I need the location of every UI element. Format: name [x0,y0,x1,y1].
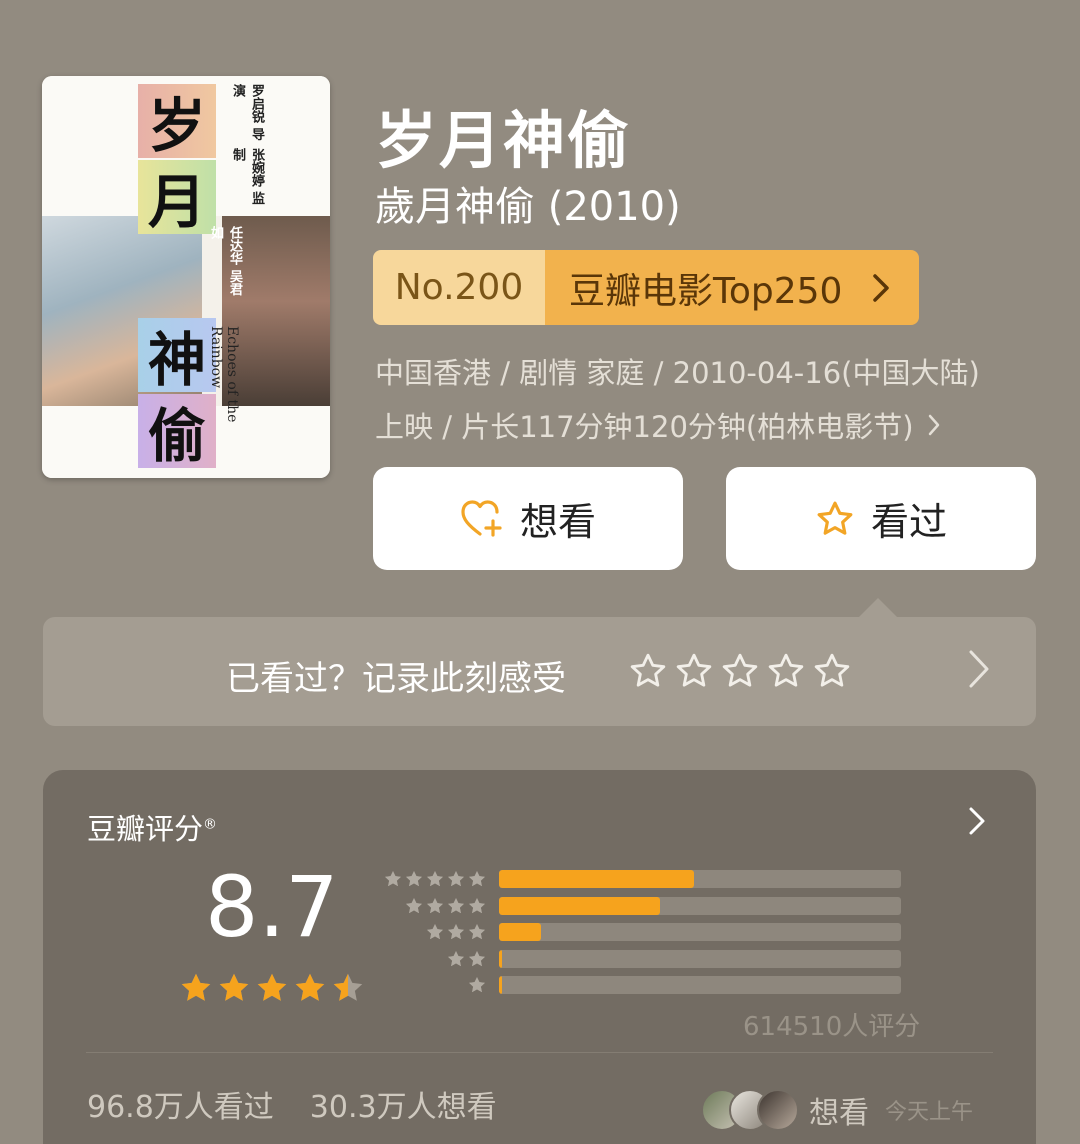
small-star-icon [469,871,485,887]
audience-stats: 96.8万人看过 30.3万人想看 [87,1082,497,1126]
poster-cast-credit: 任达华 吴君如 [208,226,242,296]
rank-number: No.200 [373,250,545,325]
movie-poster[interactable]: 岁 月 神 偷 罗启锐 导演 张婉婷 监制 任达华 吴君如 Echoes of … [42,76,330,478]
rating-bar-track [499,896,901,915]
rating-count: 614510人评分 [743,1012,921,1042]
score-label: 豆瓣评分® [87,806,217,848]
score-label-text: 豆瓣评分 [87,812,204,846]
rating-bar-track [499,923,901,941]
friends-action: 想看 [809,1096,869,1131]
rate-now-bar[interactable]: 已看过？记录此刻感受 [43,617,1036,726]
watched-button[interactable]: 看过 [726,467,1036,570]
poster-producer-credit: 张婉婷 监制 [230,148,264,205]
rating-bar-fill [499,976,502,994]
rating-row-stars [383,975,487,995]
rating-bar-fill [499,870,694,888]
rank-list-link: 豆瓣电影Top250 [545,250,919,325]
rate-bar-pointer [858,598,898,618]
movie-meta-line2-text: 上映 / 片长117分钟120分钟(柏林电影节) [375,410,914,444]
poster-char-1: 岁 [138,84,216,160]
movie-meta-line2[interactable]: 上映 / 片长117分钟120分钟(柏林电影节) [375,404,940,446]
small-star-icon [427,871,443,887]
poster-char-4: 偷 [138,394,216,470]
poster-english-title: Echoes of the Rainbow [208,326,240,423]
small-star-icon [406,871,422,887]
score-stars [178,970,366,1006]
rating-row-stars [383,949,487,969]
star-outline-icon[interactable] [812,651,852,691]
rating-bar-track [499,949,901,968]
small-star-icon [427,924,443,940]
score-star-icon [219,973,249,1001]
star-outline-icon[interactable] [628,651,668,691]
watched-label: 看过 [870,500,947,544]
small-star-icon [448,950,464,966]
wanted-count[interactable]: 30.3万人想看 [310,1082,497,1126]
chevron-right-icon [873,273,890,302]
rating-bar-fill [499,949,503,968]
avatar [757,1089,799,1131]
score-star-icon [181,973,211,1001]
score-star-icon [333,973,363,1001]
top250-rank-badge[interactable]: No.200 豆瓣电影Top250 [373,250,919,325]
small-star-icon [448,897,464,913]
divider [86,1052,993,1053]
small-star-icon [469,950,485,966]
score-star-icon [257,973,287,1001]
small-star-icon [448,871,464,887]
movie-title: 岁月神偷 [375,104,632,177]
score-star-icon [295,973,325,1001]
star-outline-icon [817,501,853,535]
chevron-right-icon [928,414,939,436]
rating-bar-fill [499,923,542,941]
small-star-icon [427,897,443,913]
rating-row-stars [383,922,487,942]
registered-mark: ® [203,816,218,833]
want-to-watch-button[interactable]: 想看 [373,467,683,570]
small-star-icon [469,977,485,993]
score-value: 8.7 [205,858,339,956]
small-star-icon [406,897,422,913]
small-star-icon [448,924,464,940]
rate-prompt-text: 已看过？记录此刻感受 [226,659,566,699]
friends-time: 今天上午 [885,1100,974,1125]
star-outline-icon[interactable] [674,651,714,691]
movie-meta-line1: 中国香港 / 剧情 家庭 / 2010-04-16(中国大陆) [375,356,980,390]
star-outline-icon[interactable] [720,651,760,691]
douban-score-card[interactable]: 豆瓣评分® 8.7 614510人评分 96.8万人看过 30.3万人想看 想看… [43,770,1036,1144]
movie-original-title: 歲月神偷 (2010) [375,184,681,230]
rating-row-stars [383,896,487,916]
star-outline-icon[interactable] [766,651,806,691]
rating-bar-track [499,976,901,994]
small-star-icon [385,871,401,887]
friends-activity[interactable]: 想看 今天上午 [701,1088,973,1132]
chevron-right-icon [969,807,985,835]
rate-stars[interactable] [628,651,852,691]
small-star-icon [469,897,485,913]
rank-list-label: 豆瓣电影Top250 [569,270,843,312]
watched-count[interactable]: 96.8万人看过 [87,1082,274,1126]
poster-director-credit: 罗启锐 导演 [230,84,264,141]
rating-bar-track [499,870,901,888]
rating-bar-fill [499,896,660,915]
poster-char-2: 月 [138,160,216,236]
rating-row-stars [383,869,487,889]
heart-plus-icon [461,499,502,537]
small-star-icon [469,924,485,940]
chevron-right-icon [969,650,989,688]
poster-char-3: 神 [138,318,216,394]
want-to-watch-label: 想看 [519,500,596,544]
